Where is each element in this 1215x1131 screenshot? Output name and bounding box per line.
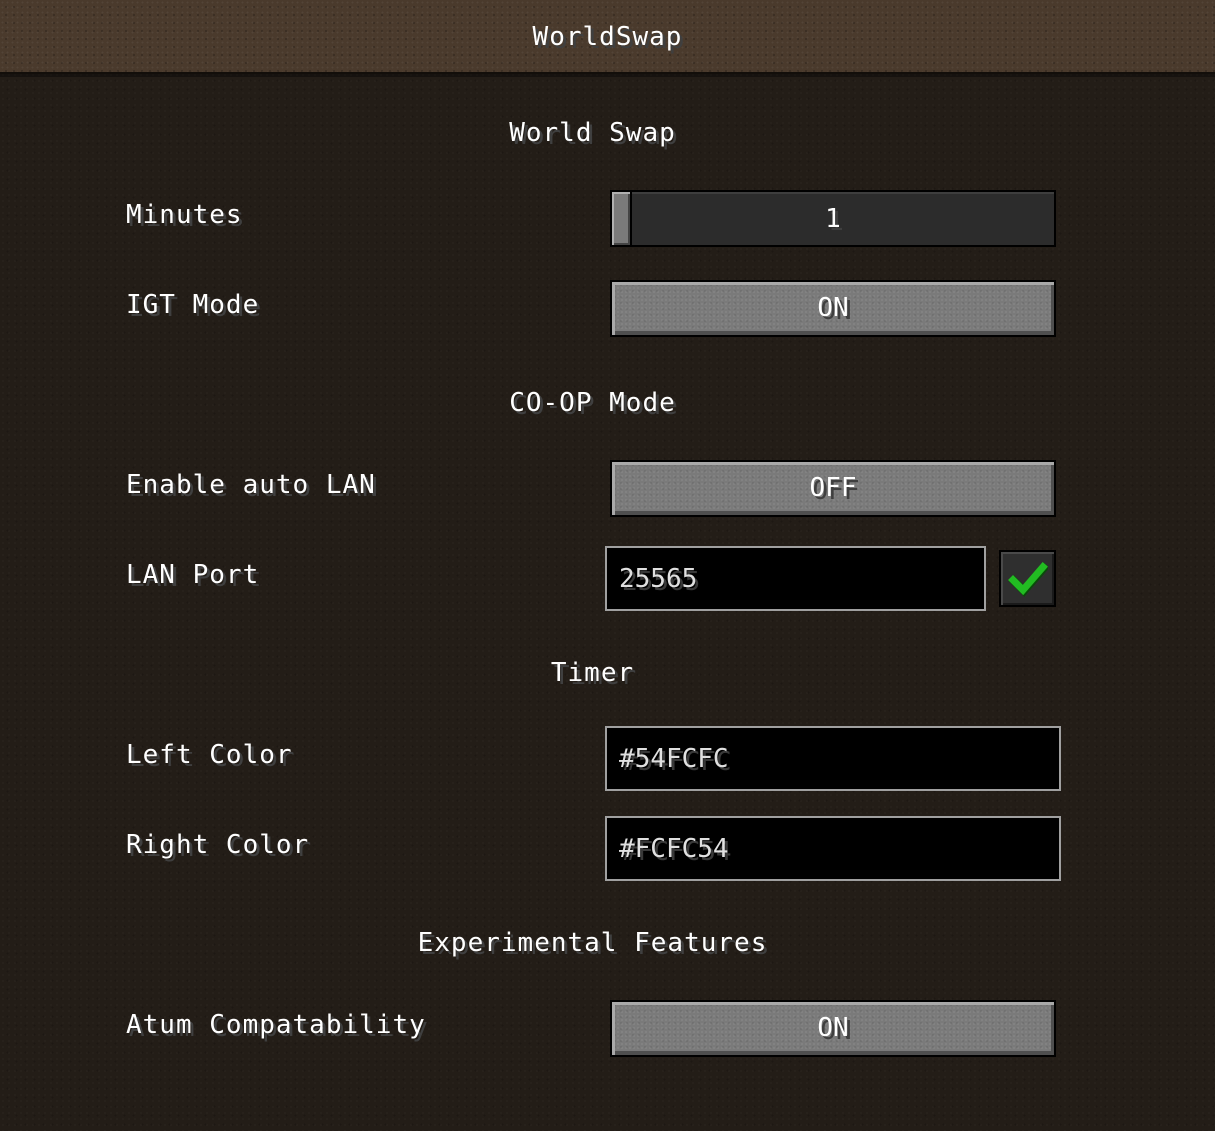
screen-title: WorldSwap: [532, 22, 683, 52]
igt-mode-label: IGT Mode: [126, 290, 260, 320]
checkmark-icon: [1008, 562, 1048, 597]
section-header-coop-mode: CO-OP Mode: [509, 388, 676, 418]
section-header-timer: Timer: [550, 658, 635, 688]
lan-port-confirm-button[interactable]: [999, 550, 1056, 607]
lan-port-label: LAN Port: [126, 560, 260, 590]
right-color-input[interactable]: [605, 816, 1061, 881]
left-color-label: Left Color: [126, 740, 293, 770]
igt-mode-toggle-button[interactable]: ON: [610, 280, 1056, 337]
section-header-experimental: Experimental Features: [417, 928, 768, 958]
minutes-slider[interactable]: 1: [610, 190, 1056, 247]
left-color-input[interactable]: [605, 726, 1061, 791]
auto-lan-toggle-button[interactable]: OFF: [610, 460, 1056, 517]
title-bar: WorldSwap: [0, 0, 1215, 74]
lan-port-input[interactable]: [605, 546, 986, 611]
atum-compat-toggle-button[interactable]: ON: [610, 1000, 1056, 1057]
section-header-world-swap: World Swap: [509, 118, 676, 148]
minutes-label: Minutes: [126, 200, 243, 230]
atum-compat-label: Atum Compatability: [126, 1010, 426, 1040]
auto-lan-label: Enable auto LAN: [126, 470, 376, 500]
right-color-label: Right Color: [126, 830, 310, 860]
minutes-slider-value: 1: [825, 204, 841, 234]
